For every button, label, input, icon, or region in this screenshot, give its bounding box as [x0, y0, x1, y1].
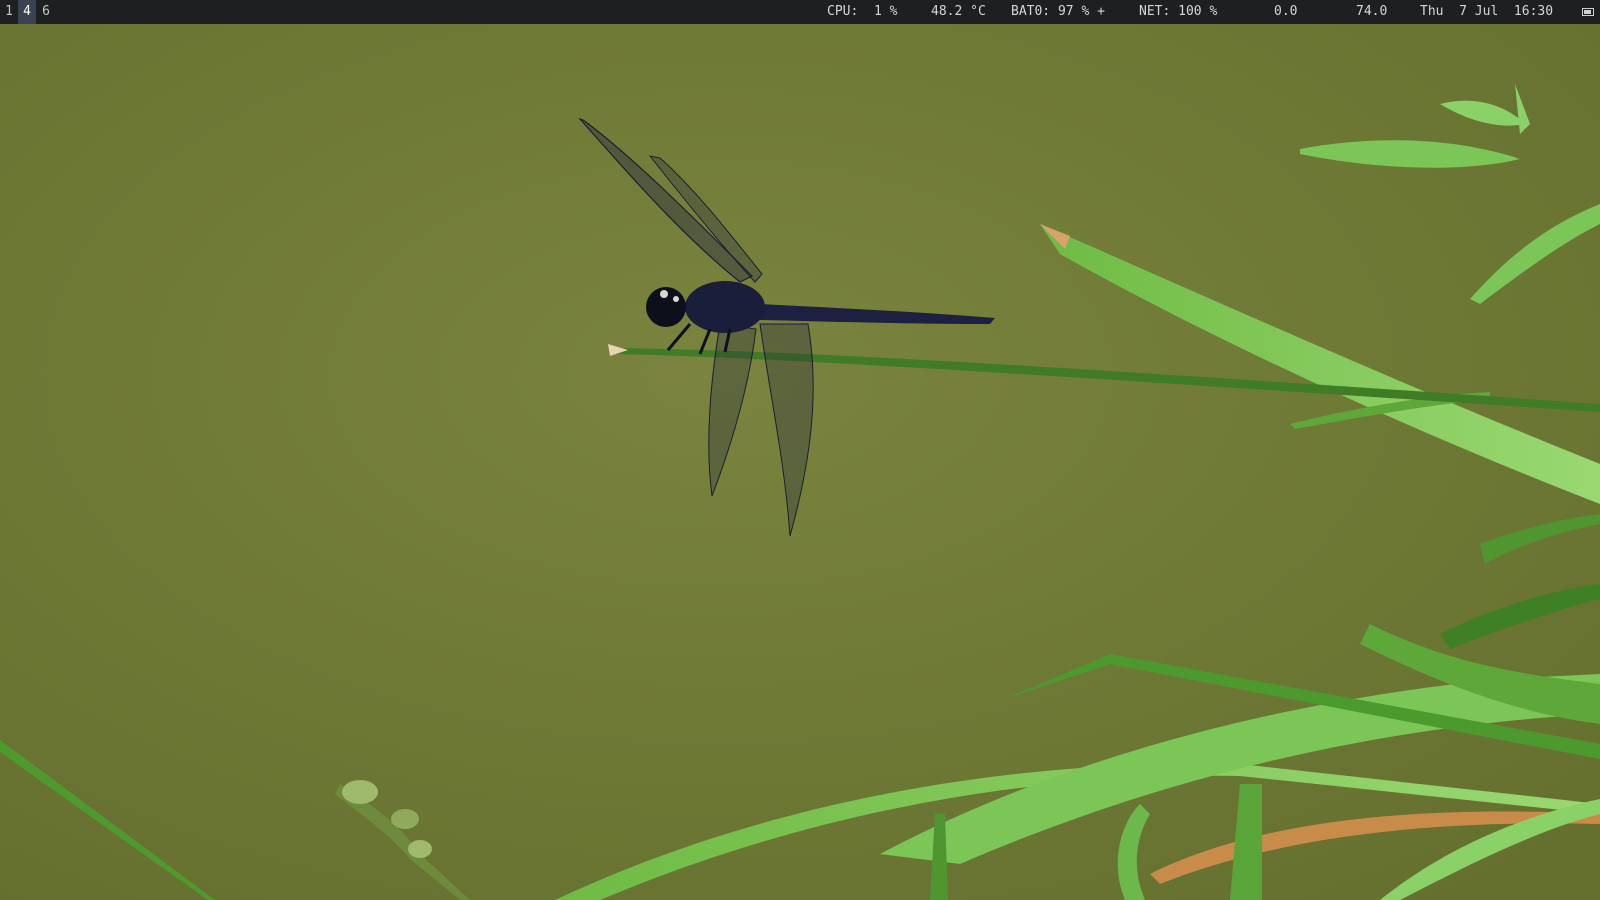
- battery-status: BAT0: 97 % +: [1011, 4, 1105, 19]
- workspace-1[interactable]: 1: [0, 0, 18, 24]
- network-status: NET: 100 %: [1139, 4, 1218, 19]
- cpu-temperature: 48.2 °C: [931, 4, 986, 19]
- load-value: 0.0: [1274, 4, 1298, 19]
- cpu-usage: CPU: 1 %: [827, 4, 898, 19]
- workspace-6[interactable]: 6: [37, 0, 55, 24]
- workspace-4[interactable]: 4: [18, 0, 36, 24]
- dragonfly-photo: [0, 24, 1600, 900]
- secondary-value: 74.0: [1356, 4, 1388, 19]
- clock: Thu 7 Jul 16:30: [1420, 4, 1554, 19]
- desktop-wallpaper: [0, 24, 1600, 900]
- status-bar: 1 4 6 CPU: 1 % 48.2 °C BAT0: 97 % + NET:…: [0, 0, 1600, 24]
- battery-icon[interactable]: [1582, 8, 1594, 16]
